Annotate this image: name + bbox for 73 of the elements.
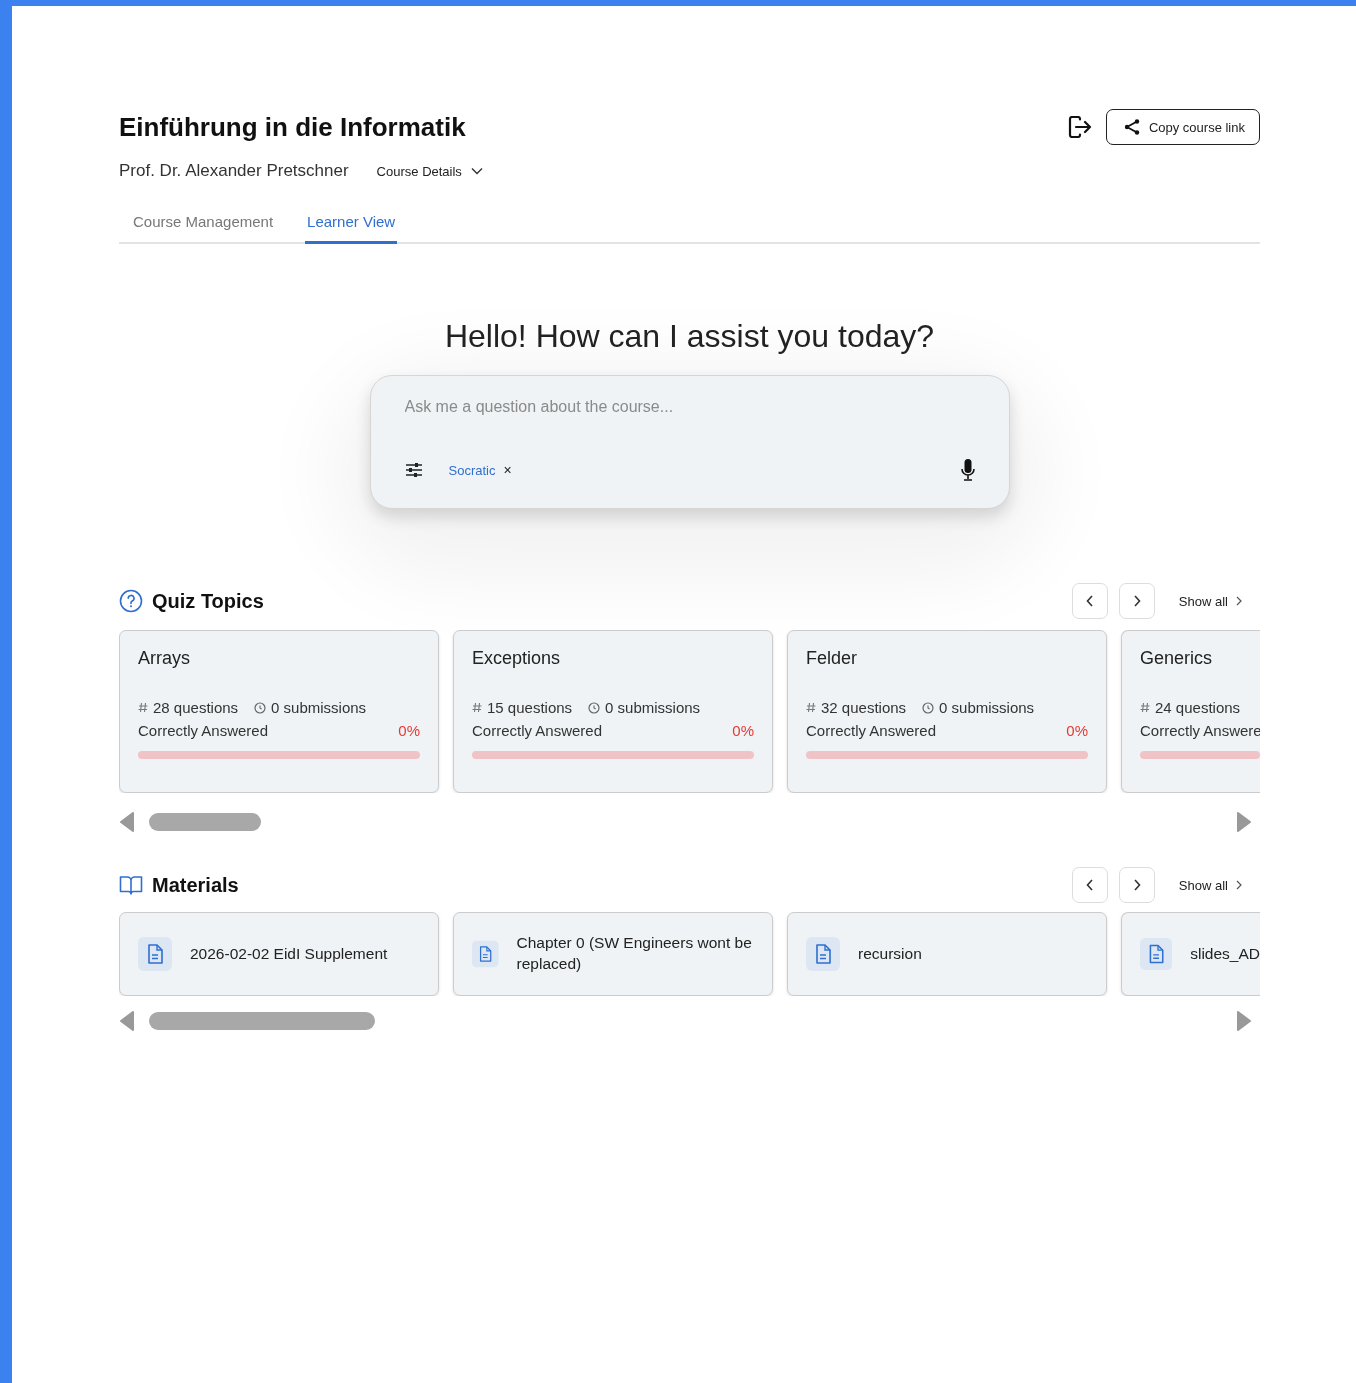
clock-icon: [588, 701, 601, 714]
material-card[interactable]: 2026-02-02 EidI Supplement: [119, 912, 439, 996]
submission-count: 0 submissions: [939, 699, 1035, 716]
previous-button[interactable]: [1071, 583, 1108, 619]
percent-value: 0%: [732, 722, 754, 739]
submission-count: 0 submissions: [605, 699, 701, 716]
clock-icon: [922, 701, 935, 714]
greeting-heading: Hello! How can I assist you today?: [443, 318, 936, 355]
scroll-right-icon: [1236, 1011, 1252, 1031]
submission-count: 0 submissions: [271, 699, 367, 716]
chevron-left-icon: [1084, 594, 1095, 608]
section-title: Materials: [152, 873, 239, 897]
exit-icon[interactable]: [1067, 116, 1092, 138]
material-title: 2026-02-02 EidI Supplement: [190, 943, 388, 964]
document-icon: [138, 937, 172, 971]
instructor-name: Prof. Dr. Alexander Pretschner: [119, 161, 349, 181]
correct-label: Correctly Answered: [472, 722, 603, 739]
scroll-right-icon: [1236, 812, 1252, 832]
chevron-down-icon: [470, 167, 483, 175]
help-circle-icon: [119, 589, 143, 613]
chevron-right-icon: [1236, 880, 1242, 890]
mode-label: Socratic: [448, 462, 496, 478]
copy-course-link-button[interactable]: Copy course link: [1105, 109, 1260, 145]
quiz-topic-card[interactable]: Felder 32 questions 0 submissions Correctly Answered 0%: [787, 630, 1107, 793]
question-count: 28 questions: [153, 699, 239, 716]
question-count: 15 questions: [487, 699, 573, 716]
topic-title: Arrays: [138, 648, 191, 669]
quiz-topic-card[interactable]: Exceptions 15 questions 0 submissions Correctly Answered 0%: [453, 630, 773, 793]
material-title: Chapter 0 (SW Engineers wont be replaced): [516, 933, 753, 974]
hash-icon: [472, 702, 482, 713]
chevron-right-icon: [1131, 594, 1142, 608]
tab[interactable]: Course Management: [131, 205, 276, 244]
document-icon: [1140, 937, 1173, 971]
hash-icon: [1140, 702, 1150, 713]
hash-icon: [806, 702, 816, 713]
question-field[interactable]: Ask me a question about the course... Socratic ×: [369, 375, 1010, 509]
material-card[interactable]: Chapter 0 (SW Engineers wont be replaced): [453, 912, 773, 996]
topic-title: Exceptions: [472, 648, 562, 669]
remove-chip-button[interactable]: ×: [503, 462, 512, 478]
chevron-right-icon: [1131, 878, 1142, 892]
hash-icon: [138, 702, 148, 713]
chevron-right-icon: [1236, 596, 1242, 606]
material-card[interactable]: recursion: [787, 912, 1107, 996]
material-title: recursion: [858, 943, 922, 964]
material-title: slides_AD: [1190, 943, 1260, 964]
percent-value: 0%: [1066, 722, 1088, 739]
document-icon: [806, 937, 840, 971]
percent-value: 0%: [398, 722, 420, 739]
show-all-link[interactable]: Show all: [1168, 589, 1260, 613]
tab[interactable]: Learner View: [305, 205, 398, 244]
scroll-left-icon: [119, 812, 135, 832]
share-icon: [1122, 118, 1141, 136]
correct-label: Correctly Answered: [138, 722, 269, 739]
topic-title: Felder: [806, 648, 859, 669]
scroll-left-icon: [119, 1011, 135, 1031]
clock-icon: [254, 701, 267, 714]
settings-sliders-icon[interactable]: [404, 462, 423, 478]
book-icon: [119, 874, 143, 896]
quiz-topic-card[interactable]: Arrays 28 questions 0 submissions Correctly Answered 0%: [119, 630, 439, 793]
show-all-link[interactable]: Show all: [1168, 873, 1260, 897]
course-title: Einführung in die Informatik: [119, 111, 467, 143]
microphone-icon[interactable]: [960, 459, 975, 481]
correct-label: Correctly Answered: [806, 722, 937, 739]
previous-button[interactable]: [1071, 867, 1108, 903]
topic-title: Generics: [1140, 648, 1214, 669]
course-details-dropdown[interactable]: Course Details: [370, 161, 489, 181]
question-count: 24 questions: [1155, 699, 1241, 716]
question-count: 32 questions: [821, 699, 907, 716]
next-button[interactable]: [1118, 867, 1155, 903]
material-card[interactable]: slides_AD: [1121, 912, 1260, 996]
chevron-left-icon: [1084, 878, 1095, 892]
next-button[interactable]: [1118, 583, 1155, 619]
section-title: Quiz Topics: [152, 589, 264, 613]
